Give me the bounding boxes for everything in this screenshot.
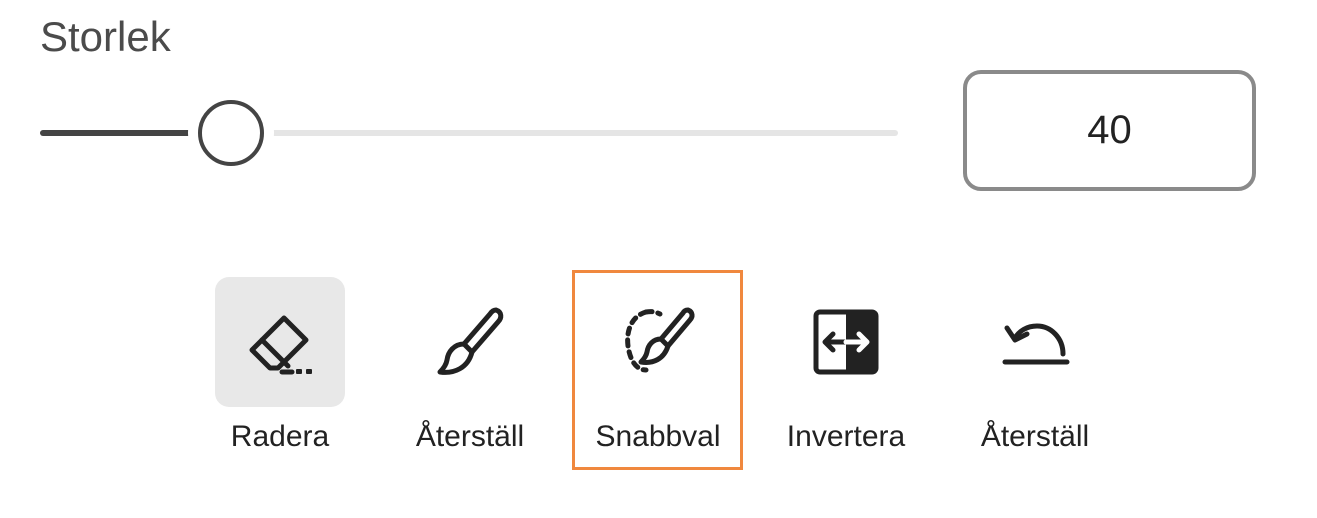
size-label: Storlek — [40, 13, 171, 60]
tool-icon-box — [970, 277, 1100, 407]
tool-aterstall-undo-button[interactable]: Återställ — [955, 277, 1115, 467]
invert-icon — [806, 302, 886, 382]
tool-icon-box — [215, 277, 345, 407]
slider-thumb[interactable] — [197, 100, 264, 166]
tool-label: Återställ — [980, 420, 1090, 453]
tool-label: Återställ — [415, 420, 525, 453]
tool-invertera-button[interactable]: Invertera — [766, 277, 926, 467]
tool-label: Snabbval — [595, 420, 721, 453]
tool-snabbval-button[interactable]: Snabbval — [578, 277, 738, 467]
brush-icon — [430, 302, 510, 382]
tool-label: Radera — [230, 420, 330, 453]
tool-icon-box — [781, 277, 911, 407]
eraser-icon — [240, 302, 320, 382]
undo-arc-icon — [995, 302, 1075, 382]
tool-label: Invertera — [786, 420, 906, 453]
tool-icon-box — [405, 277, 535, 407]
size-value-field[interactable]: 40 — [963, 70, 1256, 191]
tool-icon-box — [593, 277, 723, 407]
tool-radera-button[interactable]: Radera — [200, 277, 360, 467]
size-slider[interactable] — [40, 100, 898, 166]
quick-select-brush-icon — [618, 302, 698, 382]
tool-aterstall-brush-button[interactable]: Återställ — [390, 277, 550, 467]
